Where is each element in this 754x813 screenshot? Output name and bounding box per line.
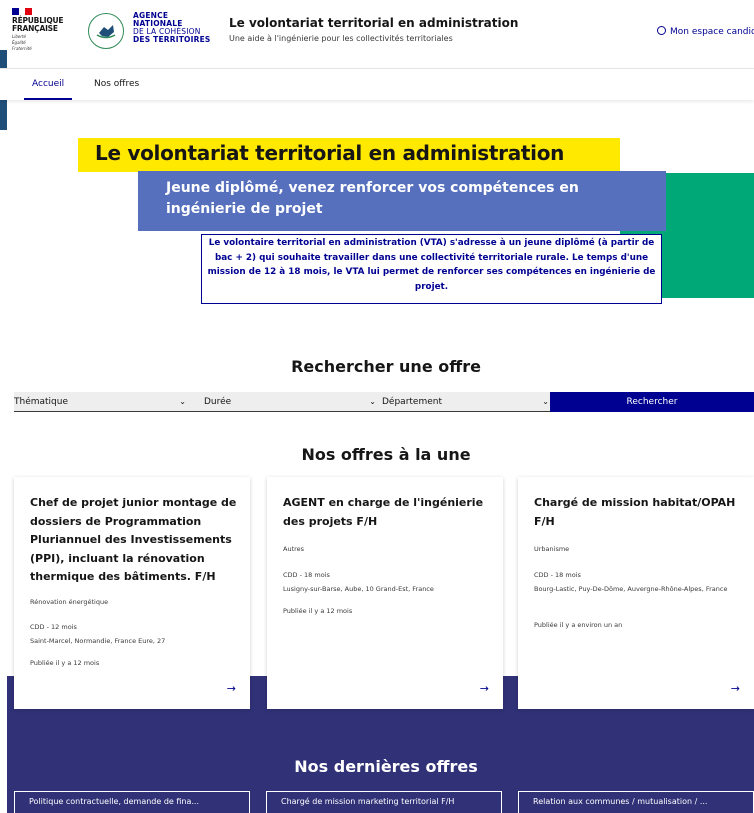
nav-item-home[interactable]: Accueil	[32, 79, 64, 89]
account-link[interactable]: Mon espace candida	[657, 26, 754, 37]
offer-card-category: Autres	[283, 545, 305, 553]
offer-card-location: Lusigny-sur-Barse, Aube, 10 Grand-Est, F…	[283, 585, 434, 593]
offer-card-contract: CDD - 18 mois	[534, 571, 581, 579]
republique-francaise-logo[interactable]: RÉPUBLIQUE FRANÇAISE Liberté Égalité Fra…	[12, 8, 74, 51]
search-button[interactable]: Rechercher	[550, 392, 754, 412]
department-select[interactable]: Département ⌄	[382, 392, 549, 412]
france-ruralites-emblem-icon	[88, 13, 124, 49]
duration-select-label: Durée	[204, 397, 232, 407]
hero-subtitle: Jeune diplômé, venez renforcer vos compé…	[166, 180, 579, 217]
chevron-down-icon: ⌄	[369, 397, 376, 406]
marianne-flag-icon	[12, 8, 33, 15]
department-select-label: Département	[382, 397, 442, 407]
offer-card[interactable]: Chargé de mission habitat/OPAH F/H Urban…	[518, 477, 754, 709]
rf-motto-line2: Égalité	[12, 40, 26, 45]
offer-card-category: Urbanisme	[534, 545, 570, 553]
chevron-down-icon: ⌄	[179, 397, 186, 406]
france-ruralites-emblem-svg	[96, 25, 116, 39]
offer-card-title[interactable]: Chargé de mission habitat/OPAH F/H	[534, 494, 744, 531]
offer-card-contract: CDD - 12 mois	[30, 623, 77, 631]
arrow-right-icon[interactable]: →	[227, 682, 236, 695]
offer-card-title[interactable]: AGENT en charge de l'ingénierie des proj…	[283, 494, 493, 531]
offer-card-title[interactable]: Chef de projet junior montage de dossier…	[30, 494, 240, 587]
chevron-down-icon: ⌄	[542, 397, 549, 406]
offer-card-date: Publiée il y a 12 mois	[283, 607, 353, 615]
user-icon	[657, 26, 666, 35]
latest-offer-item[interactable]: Politique contractuelle, demande de fina…	[14, 791, 250, 813]
latest-offers-title: Nos dernières offres	[294, 757, 478, 776]
search-form: Thématique ⌄ Durée ⌄ Département ⌄ Reche…	[14, 392, 754, 412]
site-header: RÉPUBLIQUE FRANÇAISE Liberté Égalité Fra…	[0, 0, 754, 68]
site-title[interactable]: Le volontariat territorial en administra…	[229, 16, 518, 30]
anct-logo-text[interactable]: AGENCE NATIONALE DE LA COHÉSION DES TERR…	[133, 12, 211, 44]
theme-select-label: Thématique	[14, 397, 69, 407]
latest-offer-item[interactable]: Relation aux communes / mutualisation / …	[518, 791, 754, 813]
latest-offer-item[interactable]: Chargé de mission marketing territorial …	[266, 791, 502, 813]
account-label: Mon espace candida	[670, 27, 754, 37]
rf-motto-line1: Liberté	[12, 34, 27, 39]
offer-card-location: Bourg-Lastic, Puy-De-Dôme, Auvergne-Rhôn…	[534, 585, 728, 593]
theme-select[interactable]: Thématique ⌄	[14, 392, 186, 412]
site-tagline: Une aide à l'ingénierie pour les collect…	[229, 34, 453, 43]
agency-line4: DES TERRITOIRES	[133, 35, 211, 44]
offer-card-date: Publiée il y a 12 mois	[30, 659, 100, 667]
nav-active-indicator	[24, 98, 72, 100]
offer-card[interactable]: Chef de projet junior montage de dossier…	[14, 477, 250, 709]
offer-card[interactable]: AGENT en charge de l'ingénierie des proj…	[267, 477, 503, 709]
offer-card-category: Rénovation énergétique	[30, 598, 109, 606]
offer-card-location: Saint-Marcel, Normandie, France Eure, 27	[30, 637, 166, 645]
offer-card-contract: CDD - 18 mois	[283, 571, 330, 579]
arrow-right-icon[interactable]: →	[480, 682, 489, 695]
search-title: Rechercher une offre	[291, 357, 481, 376]
rf-motto-line3: Fraternité	[12, 46, 32, 51]
duration-select[interactable]: Durée ⌄	[204, 392, 376, 412]
hero-description: Le volontaire territorial en administrat…	[207, 238, 656, 292]
nav-item-offers[interactable]: Nos offres	[94, 79, 139, 89]
main-nav: Accueil Nos offres	[0, 68, 754, 100]
offer-card-date: Publiée il y a environ un an	[534, 621, 623, 629]
arrow-right-icon[interactable]: →	[731, 682, 740, 695]
hero-title: Le volontariat territorial en administra…	[95, 141, 565, 165]
rf-name-line2: FRANÇAISE	[12, 24, 58, 33]
featured-title: Nos offres à la une	[301, 445, 471, 464]
